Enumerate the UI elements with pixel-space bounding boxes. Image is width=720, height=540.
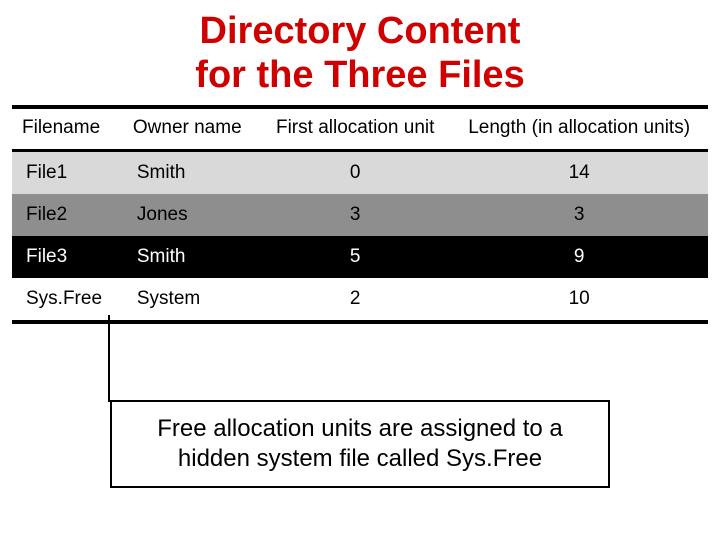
cell-length: 3	[450, 194, 708, 236]
cell-owner: Smith	[123, 236, 260, 278]
callout-text: Free allocation units are assigned to a …	[157, 415, 563, 472]
directory-table-wrap: Filename Owner name First allocation uni…	[12, 105, 708, 324]
col-length: Length (in allocation units)	[450, 107, 708, 151]
title-line-1: Directory Content	[200, 10, 521, 52]
cell-filename: File1	[12, 151, 123, 195]
col-filename: Filename	[12, 107, 123, 151]
callout-box: Free allocation units are assigned to a …	[110, 400, 610, 488]
col-first: First allocation unit	[260, 107, 450, 151]
table-row: File2 Jones 3 3	[12, 194, 708, 236]
title-line-2: for the Three Files	[195, 54, 524, 96]
cell-first: 2	[260, 278, 450, 322]
table-row: File1 Smith 0 14	[12, 151, 708, 195]
table-row: Sys.Free System 2 10	[12, 278, 708, 322]
cell-owner: Jones	[123, 194, 260, 236]
cell-length: 10	[450, 278, 708, 322]
slide-title: Directory Content for the Three Files	[0, 0, 720, 105]
cell-first: 0	[260, 151, 450, 195]
cell-owner: System	[123, 278, 260, 322]
cell-first: 5	[260, 236, 450, 278]
cell-filename: Sys.Free	[12, 278, 123, 322]
col-owner: Owner name	[123, 107, 260, 151]
callout-connector-line	[108, 315, 110, 402]
cell-length: 9	[450, 236, 708, 278]
table-row: File3 Smith 5 9	[12, 236, 708, 278]
table-header-row: Filename Owner name First allocation uni…	[12, 107, 708, 151]
cell-filename: File2	[12, 194, 123, 236]
cell-filename: File3	[12, 236, 123, 278]
cell-first: 3	[260, 194, 450, 236]
cell-length: 14	[450, 151, 708, 195]
cell-owner: Smith	[123, 151, 260, 195]
directory-table: Filename Owner name First allocation uni…	[12, 105, 708, 324]
